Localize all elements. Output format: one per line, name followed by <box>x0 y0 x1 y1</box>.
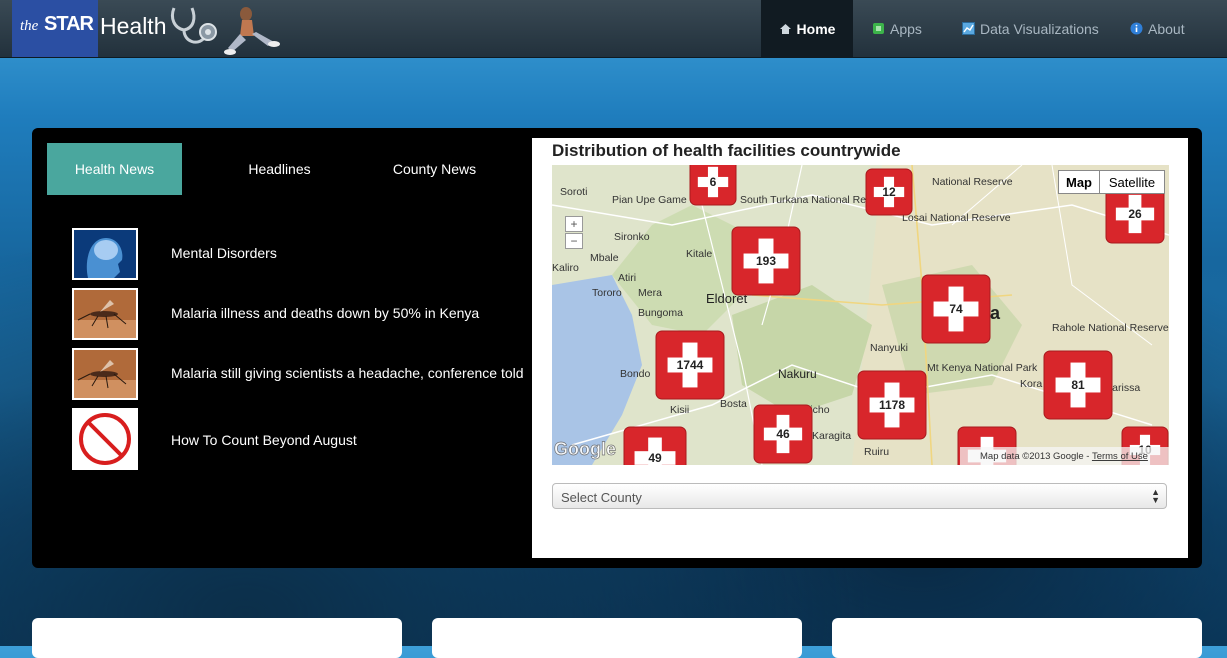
info-icon <box>1130 22 1143 35</box>
map-canvas[interactable]: Soroti Pian Upe Game Reserve South Turka… <box>552 165 1169 465</box>
health-facilities-map[interactable]: Soroti Pian Upe Game Reserve South Turka… <box>552 165 1169 465</box>
zoom-out-button[interactable]: − <box>565 233 583 249</box>
nav-apps-label: Apps <box>890 20 922 37</box>
cluster-count: 74 <box>949 302 963 316</box>
facility-cluster-marker[interactable]: 81 <box>1043 350 1113 420</box>
nav-data-visualizations-label: Data Visualizations <box>980 20 1099 37</box>
place-label: Losai National Reserve <box>902 212 1011 224</box>
facility-cluster-marker[interactable]: 12 <box>865 168 913 216</box>
cluster-count: 6 <box>710 175 717 189</box>
tab-health-news[interactable]: Health News <box>47 143 182 195</box>
bottom-card <box>32 618 402 658</box>
cluster-count: 1744 <box>677 358 704 372</box>
place-label: Kaliro <box>552 262 579 274</box>
map-type-map-button[interactable]: Map <box>1058 170 1100 194</box>
nav-about[interactable]: About <box>1130 0 1185 57</box>
stethoscope-icon <box>170 7 217 44</box>
place-label: Kisii <box>670 404 689 416</box>
news-title[interactable]: Mental Disorders <box>171 245 277 261</box>
mosquito-thumbnail[interactable] <box>72 348 138 400</box>
apps-icon <box>873 23 884 34</box>
place-label: Mt Kenya National Park <box>927 362 1038 374</box>
brain-thumbnail[interactable] <box>72 228 138 280</box>
place-label: National Reserve <box>932 176 1013 188</box>
select-arrows-icon: ▲ ▼ <box>1151 487 1160 505</box>
cluster-count: 46 <box>776 427 790 441</box>
star-logo[interactable]: the STAR <box>12 0 98 57</box>
place-label: Karagita <box>812 430 851 442</box>
zoom-in-button[interactable]: + <box>565 216 583 232</box>
cluster-count: 81 <box>1071 378 1085 392</box>
facility-cluster-marker[interactable]: 6 <box>689 165 737 206</box>
nav-about-label: About <box>1148 20 1185 37</box>
place-label: a <box>990 303 1001 323</box>
facility-cluster-marker[interactable]: 74 <box>921 274 991 344</box>
place-label: Mbale <box>590 252 619 264</box>
prohibited-sign-thumbnail[interactable] <box>72 408 138 470</box>
facility-cluster-marker[interactable]: 46 <box>753 404 813 464</box>
news-item[interactable]: Malaria still giving scientists a headac… <box>72 348 524 410</box>
news-item[interactable]: Malaria illness and deaths down by 50% i… <box>72 288 512 350</box>
place-label: Rahole National Reserve <box>1052 322 1169 334</box>
facility-cluster-marker[interactable]: 1744 <box>655 330 725 400</box>
facility-cluster-marker[interactable]: 193 <box>731 226 801 296</box>
bottom-card <box>432 618 802 658</box>
google-logo[interactable]: Google <box>554 439 617 460</box>
place-label: Tororo <box>592 287 622 299</box>
place-label: Mera <box>638 287 662 299</box>
site-name[interactable]: Health <box>100 13 166 40</box>
news-item[interactable]: Mental Disorders <box>72 228 512 290</box>
place-label: Kitale <box>686 248 712 260</box>
place-label: Sironko <box>614 231 650 243</box>
news-title[interactable]: How To Count Beyond August <box>171 432 357 448</box>
place-label: Bondo <box>620 368 651 380</box>
nav-apps[interactable]: Apps <box>872 0 922 57</box>
county-select[interactable]: Select County ▲ ▼ <box>552 483 1167 509</box>
chart-icon <box>962 22 975 35</box>
place-label: Bosta <box>720 398 747 410</box>
news-title[interactable]: Malaria still giving scientists a headac… <box>171 365 524 381</box>
place-label: Bungoma <box>638 307 683 319</box>
cluster-count: 26 <box>1128 207 1142 221</box>
cluster-count: 193 <box>756 254 776 268</box>
mosquito-thumbnail[interactable] <box>72 288 138 340</box>
athlete-image <box>224 7 280 55</box>
county-select-value: Select County <box>561 490 642 505</box>
map-title: Distribution of health facilities countr… <box>552 141 901 160</box>
cluster-count: 49 <box>648 451 662 465</box>
facility-cluster-marker[interactable]: 1178 <box>857 370 927 440</box>
cluster-count: 1178 <box>879 398 905 412</box>
news-title[interactable]: Malaria illness and deaths down by 50% i… <box>171 305 479 321</box>
terms-of-use-link: Terms of Use <box>1092 451 1148 462</box>
place-label: Atiri <box>618 272 636 284</box>
map-type-satellite-button[interactable]: Satellite <box>1099 170 1165 194</box>
nav-home[interactable]: Home <box>761 0 853 57</box>
nav-data-visualizations[interactable]: Data Visualizations <box>962 0 1099 57</box>
place-label: Nanyuki <box>870 342 908 354</box>
nav-home-label: Home <box>796 20 836 37</box>
logo-star-text: STAR <box>44 13 94 35</box>
facility-cluster-marker[interactable]: 49 <box>623 426 687 465</box>
map-attribution: Map data ©2013 Google - Terms of Use <box>980 451 1148 462</box>
place-label: Nakuru <box>778 367 817 381</box>
place-label: Soroti <box>560 186 587 198</box>
tab-county-news[interactable]: County News <box>367 143 502 195</box>
home-icon <box>779 24 791 34</box>
tab-headlines[interactable]: Headlines <box>212 143 347 195</box>
news-item[interactable]: How To Count Beyond August <box>72 408 512 470</box>
bottom-card <box>832 618 1202 658</box>
cluster-count: 12 <box>882 185 896 199</box>
logo-the-text: the <box>20 18 39 34</box>
place-label: Ruiru <box>864 446 889 458</box>
